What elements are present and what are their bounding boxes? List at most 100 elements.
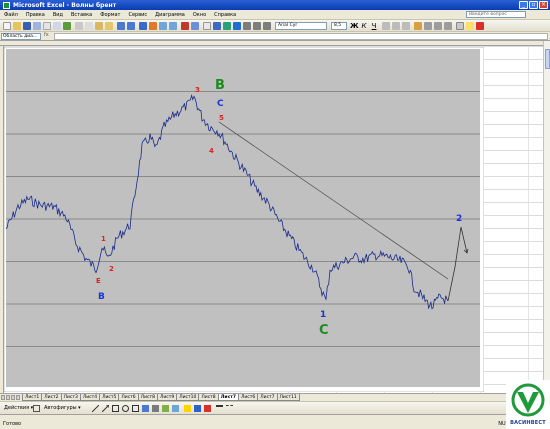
print-icon[interactable] [43,22,51,30]
sheet-tab[interactable]: Лист11 [276,394,300,401]
help-icon[interactable] [213,22,221,30]
font-color-icon[interactable] [476,22,484,30]
sort-descending-icon[interactable] [169,22,177,30]
menu-file[interactable]: Файл [4,12,18,18]
spelling-icon[interactable] [63,22,71,30]
actions-menu[interactable]: Действия ▾ [4,405,33,411]
sheet-tab[interactable]: Лист6 [118,394,139,401]
sheet-tab[interactable]: Лист2 [41,394,62,401]
legend-icon[interactable] [253,22,261,30]
select-objects-icon[interactable] [33,405,40,412]
line-style-icon[interactable] [216,405,223,412]
drawing-icon[interactable] [191,22,199,30]
menu-window[interactable]: Окно [193,12,206,18]
rectangle-tool-icon[interactable] [112,405,119,412]
name-box[interactable]: Область диа... [1,33,41,40]
sheet-tab[interactable]: Лист1 [22,394,43,401]
close-button[interactable]: × [539,1,548,9]
sheet-tab[interactable]: Лист10 [176,394,200,401]
sheet-tab[interactable]: Лист9 [156,394,178,401]
menu-format[interactable]: Формат [100,12,120,18]
scrollbar-thumb[interactable] [545,49,550,69]
align-right-icon[interactable] [402,22,410,30]
wave-label-e-red: E [96,277,101,285]
menu-edit[interactable]: Правка [26,12,45,18]
underline-icon[interactable]: Ч [370,22,378,30]
tab-navigation[interactable] [1,395,20,400]
undo-icon[interactable] [117,22,125,30]
next-sheet-icon[interactable] [11,395,15,400]
align-center-icon[interactable] [392,22,400,30]
sort-ascending-icon[interactable] [159,22,167,30]
align-left-icon[interactable] [382,22,390,30]
italic-icon[interactable]: К [360,22,368,30]
font-size-select[interactable]: 8,5 [331,22,347,30]
sheet-tab[interactable]: Лист3 [60,394,81,401]
minimize-button[interactable]: _ [519,1,528,9]
open-folder-icon[interactable] [13,22,21,30]
formula-input[interactable] [54,33,548,40]
fx-icon[interactable]: fx [44,32,49,38]
chart-object-icon[interactable] [233,22,241,30]
fill-color-draw-icon[interactable] [184,405,191,412]
hyperlink-icon[interactable] [139,22,147,30]
sheet-tab[interactable]: Лист7 [217,394,239,401]
autoshapes-menu[interactable]: Автофигуры ▾ [44,405,81,411]
save-icon[interactable] [23,22,31,30]
redo-icon[interactable] [127,22,135,30]
plot-area[interactable] [6,49,480,387]
insert-picture-icon[interactable] [172,405,179,412]
sheet-tab[interactable]: Лист8 [137,394,158,401]
menu-view[interactable]: Вид [53,12,63,18]
menu-insert[interactable]: Вставка [71,12,92,18]
fill-color-icon[interactable] [466,22,474,30]
paste-icon[interactable] [95,22,103,30]
wordart-icon[interactable] [142,405,149,412]
zoom-icon[interactable] [203,22,211,30]
menu-tools[interactable]: Сервис [128,12,147,18]
menu-chart[interactable]: Диаграмма [155,12,185,18]
sheet-tab[interactable]: Лист8 [198,394,219,401]
menu-help[interactable]: Справка [214,12,236,18]
clipart-icon[interactable] [162,405,169,412]
wave-label-1-red: 1 [101,235,106,243]
currency-icon[interactable] [414,22,422,30]
autosum-icon[interactable] [149,22,157,30]
chart-area[interactable]: 1 2 E B 3 4 5 B C 1 C 2 [4,47,484,392]
chart-wizard-icon[interactable] [181,22,189,30]
copy-icon[interactable] [85,22,93,30]
borders-icon[interactable] [456,22,464,30]
chart-type-icon[interactable] [243,22,251,30]
line-color-icon[interactable] [194,405,201,412]
sheet-tab[interactable]: Лист5 [99,394,120,401]
arrow-tool-icon[interactable] [101,404,110,413]
permission-icon[interactable] [33,22,41,30]
research-icon[interactable] [223,22,231,30]
sheet-tab[interactable]: Лист6 [237,394,259,401]
font-name-select[interactable]: Arial Cyr [275,22,327,30]
diagram-icon[interactable] [152,405,159,412]
decrease-indent-icon[interactable] [434,22,442,30]
oval-tool-icon[interactable] [122,405,129,412]
line-tool-icon[interactable] [91,404,100,413]
font-color-draw-icon[interactable] [204,405,211,412]
percent-icon[interactable] [424,22,432,30]
format-painter-icon[interactable] [105,22,113,30]
wave-label-3-red: 3 [195,86,200,94]
data-table-icon[interactable] [263,22,271,30]
bold-icon[interactable]: Ж [350,22,359,30]
vertical-scrollbar[interactable] [543,41,550,393]
ask-question-input[interactable]: Введите вопрос [466,11,526,18]
last-sheet-icon[interactable] [16,395,20,400]
dash-style-icon[interactable] [226,405,233,412]
prev-sheet-icon[interactable] [6,395,10,400]
cut-icon[interactable] [75,22,83,30]
textbox-tool-icon[interactable] [132,405,139,412]
new-document-icon[interactable] [3,22,11,30]
sheet-tab[interactable]: Лист7 [257,394,278,401]
print-preview-icon[interactable] [53,22,61,30]
sheet-tab[interactable]: Лист4 [79,394,101,401]
increase-indent-icon[interactable] [444,22,452,30]
maximize-button[interactable]: ▫ [529,1,538,9]
first-sheet-icon[interactable] [1,395,5,400]
